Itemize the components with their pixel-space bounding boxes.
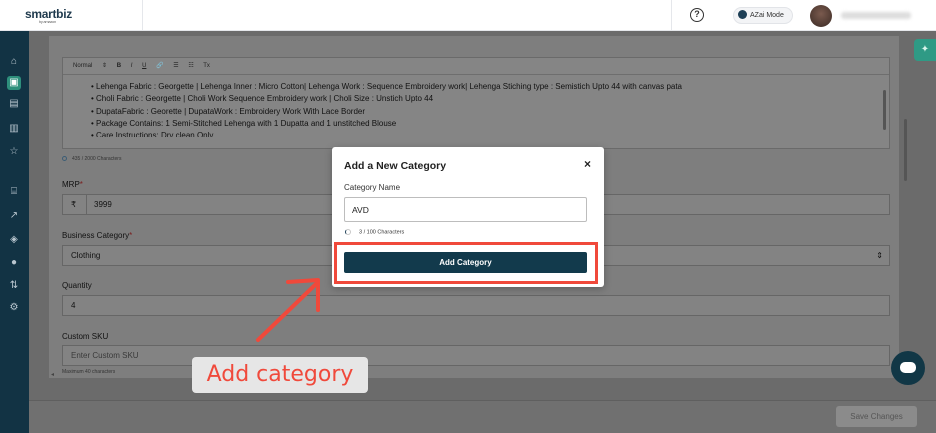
progress-ring-icon (62, 156, 67, 162)
mrp-label: MRP* (62, 180, 83, 189)
clear-format-button[interactable]: Tx (203, 63, 210, 69)
description-line: Lehenga Fabric : Georgette | Lehenga Inn… (91, 81, 889, 93)
sparkle-icon[interactable]: ✦ (914, 39, 936, 61)
editor-toolbar: Normal ⇕ B I U 🔗 ☰ ☷ Tx (63, 58, 889, 75)
chat-support-button[interactable] (891, 351, 925, 385)
gift-icon[interactable]: ◈ (7, 233, 21, 247)
quantity-input[interactable]: 4 (62, 295, 890, 316)
description-list: Lehenga Fabric : Georgette | Lehenga Inn… (63, 75, 889, 137)
category-name-label: Category Name (344, 183, 401, 192)
description-counter: 435 / 2000 Characters (62, 156, 121, 162)
chart-icon[interactable]: ▥ (7, 122, 21, 136)
star-icon[interactable]: ☆ (7, 145, 21, 159)
azai-mode-toggle[interactable]: AZai Mode (733, 7, 793, 24)
category-counter: 3 / 100 Characters (345, 229, 404, 235)
business-category-value: Clothing (71, 251, 101, 260)
settings-icon[interactable]: ⚙ (7, 301, 21, 315)
help-icon[interactable]: ? (690, 8, 704, 22)
progress-ring-icon (345, 229, 351, 235)
page-scrollbar[interactable] (904, 119, 907, 181)
text-style-chevron-icon[interactable]: ⇕ (102, 63, 107, 69)
clipboard-icon[interactable]: ▤ (7, 97, 21, 111)
description-line: Care Instructions: Dry clean Only (91, 130, 889, 137)
sku-placeholder: Enter Custom SKU (71, 351, 139, 360)
bank-icon[interactable]: ⌸ (7, 185, 21, 199)
sku-label: Custom SKU (62, 332, 109, 341)
bold-button[interactable]: B (117, 63, 121, 69)
annotation-callout: Add category (192, 357, 368, 393)
quantity-value: 4 (71, 301, 76, 310)
user-name-blurred[interactable] (841, 12, 911, 19)
business-category-label: Business Category* (62, 231, 132, 240)
description-counter-text: 435 / 2000 Characters (72, 156, 122, 162)
box-icon[interactable]: ▣ (7, 76, 21, 90)
currency-symbol: ₹ (71, 195, 87, 214)
select-chevron-icon: ⇕ (876, 251, 883, 260)
link-icon[interactable]: 🔗 (156, 63, 163, 69)
highlight-box (334, 242, 598, 284)
ordered-list-icon[interactable]: ☰ (173, 63, 178, 69)
required-marker: * (79, 180, 83, 189)
trend-icon[interactable]: ↗ (7, 209, 21, 223)
description-line: Choli Fabric : Georgette | Choli Work Se… (91, 93, 889, 105)
sku-input[interactable]: Enter Custom SKU (62, 345, 890, 366)
business-category-label-text: Business Category (62, 231, 130, 240)
chat-bubble-icon (900, 362, 916, 373)
description-line: DupataFabric : Georette | DupataWork : E… (91, 106, 889, 118)
description-line: Package Contains: 1 Semi-Stitched Leheng… (91, 118, 889, 130)
save-changes-button[interactable]: Save Changes (836, 406, 917, 427)
close-icon[interactable]: × (584, 157, 591, 171)
modal-title: Add a New Category (344, 160, 447, 172)
bottom-action-bar: Save Changes (29, 400, 936, 433)
azai-label: AZai Mode (750, 12, 784, 19)
category-counter-text: 3 / 100 Characters (359, 229, 405, 236)
editor-scrollbar[interactable] (883, 90, 886, 130)
sidebar: ⌂ ▣ ▤ ▥ ☆ ⌸ ↗ ◈ ● ⇅ ⚙ (0, 31, 29, 433)
quantity-label: Quantity (62, 281, 92, 290)
bullet-list-icon[interactable]: ☷ (188, 63, 193, 69)
annotation-arrow-icon (256, 278, 320, 342)
underline-button[interactable]: U (142, 63, 146, 69)
mrp-value: 3999 (94, 200, 112, 209)
italic-button[interactable]: I (131, 63, 133, 69)
header-divider (671, 0, 672, 31)
mrp-label-text: MRP (62, 180, 80, 189)
top-bar: smartbiz by amazon ? AZai Mode (0, 0, 936, 31)
avatar[interactable] (810, 5, 832, 27)
header-divider (142, 0, 143, 31)
description-editor[interactable]: Normal ⇕ B I U 🔗 ☰ ☷ Tx Lehenga Fabric :… (62, 57, 890, 149)
sort-icon[interactable]: ⇅ (7, 279, 21, 293)
azai-icon (738, 9, 747, 19)
home-icon[interactable]: ⌂ (7, 55, 21, 69)
collapse-arrow-icon[interactable]: ◂ (51, 371, 54, 378)
sku-hint: Maximum 40 characters (62, 369, 116, 374)
chat-icon[interactable]: ● (7, 256, 21, 270)
category-name-input[interactable] (344, 197, 587, 222)
smartbiz-logo[interactable]: smartbiz by amazon (25, 7, 72, 24)
required-marker: * (129, 231, 133, 240)
text-style-select[interactable]: Normal (73, 63, 92, 69)
